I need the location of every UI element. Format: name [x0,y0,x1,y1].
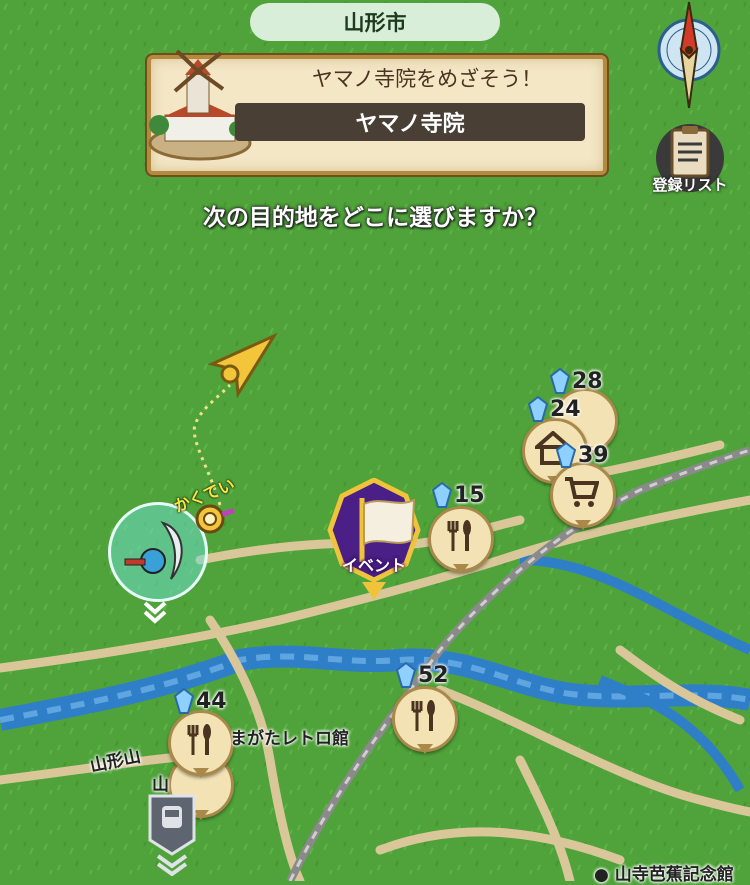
compass-icon[interactable] [652,0,726,112]
event-label: イベント [341,556,406,575]
crystal-count: 52 [418,662,449,688]
register-list-label: 登録リスト [652,176,728,194]
crystal-icon [556,442,576,468]
restaurant-icon [447,520,471,551]
crystal-icon [528,396,548,422]
facility-marker-restaurant[interactable] [428,506,494,574]
crystal-icon [550,368,570,394]
direction-arrow-icon [208,332,278,398]
crystal-count: 24 [550,396,581,422]
crystal-icon [396,662,416,688]
city-name: 山形市 [343,11,407,35]
event-flag-icon [327,478,421,600]
crystal-count-badge: 39 [556,442,609,468]
destination-question: 次の目的地をどこに選びますか？ [202,205,548,231]
crystal-count-badge: 44 [174,688,227,714]
crystal-count-badge: 52 [396,662,449,688]
facility-marker-restaurant[interactable] [168,710,234,778]
crystal-count-badge: 28 [550,368,603,394]
train-station-icon[interactable] [146,792,198,876]
place-label-station: 山 [152,775,169,795]
restaurant-icon [411,700,435,731]
place-label-memorial: ● 山寺芭蕉記念館 [594,865,734,885]
event-marker[interactable]: イベント [322,478,426,606]
facility-marker-shop[interactable] [550,462,616,530]
destination-name: ヤマノ寺院 [355,112,465,137]
facility-marker-restaurant[interactable] [392,686,458,754]
city-name-pill: 山形市 [250,3,500,41]
banner-subtitle: ヤマノ寺院をめざそう！ [311,67,543,91]
crystal-count-badge: 15 [432,482,485,508]
restaurant-icon [187,724,211,755]
destination-banner: ヤマノ寺院をめざそう！ ヤマノ寺院 [137,45,611,175]
double-chevron-down-icon [143,601,167,624]
crystal-icon [174,688,194,714]
crystal-count: 39 [578,442,609,468]
ring-icon [195,504,235,534]
place-label-museum: まがたレトロ館 [230,729,349,749]
crystal-count: 28 [572,368,603,394]
hero-icon [124,521,183,580]
crystal-icon [432,482,452,508]
crystal-count: 15 [454,482,485,508]
crystal-count: 44 [196,688,227,714]
cart-icon [565,477,599,507]
crystal-count-badge: 24 [528,396,581,422]
memorial-name: 山寺芭蕉記念館 [614,865,734,885]
destination-name-bar: ヤマノ寺院 [235,103,585,141]
